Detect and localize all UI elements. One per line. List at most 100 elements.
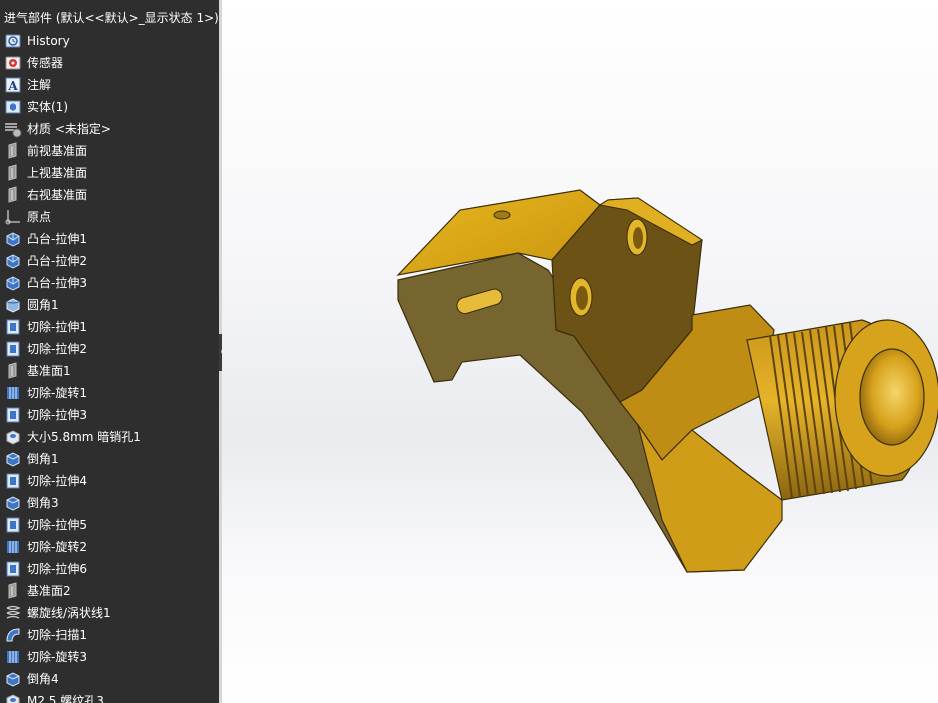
tree-item[interactable]: 凸台-拉伸3 (0, 272, 219, 294)
tree-item-label: 圆角1 (27, 298, 59, 312)
hole-wizard-icon (4, 692, 22, 703)
tree-item[interactable]: 切除-拉伸5 (0, 514, 219, 536)
tree-item-label: 螺旋线/涡状线1 (27, 606, 111, 620)
tree-item-label: 切除-旋转3 (27, 650, 87, 664)
tree-item[interactable]: 切除-旋转3 (0, 646, 219, 668)
tree-item[interactable]: M2.5 螺纹孔3 (0, 690, 219, 703)
history-icon (4, 32, 22, 50)
tree-item[interactable]: 上视基准面 (0, 162, 219, 184)
tree-item-label: 切除-扫描1 (27, 628, 87, 642)
tree-item[interactable]: 切除-旋转2 (0, 536, 219, 558)
tree-item[interactable]: 实体(1) (0, 96, 219, 118)
tree-item-label: 切除-旋转1 (27, 386, 87, 400)
tree-item[interactable]: 切除-拉伸3 (0, 404, 219, 426)
cut-extrude-icon (4, 318, 22, 336)
tree-item-label: 传感器 (27, 56, 64, 70)
tree-item-label: 实体(1) (27, 100, 68, 114)
tree-item[interactable]: 材质 <未指定> (0, 118, 219, 140)
tree-item[interactable]: 圆角1 (0, 294, 219, 316)
tree-item-label: History (27, 34, 70, 48)
tree-item[interactable]: 切除-拉伸2 (0, 338, 219, 360)
graphics-area[interactable] (222, 0, 938, 703)
tree-item[interactable]: 倒角1 (0, 448, 219, 470)
boss-extrude-icon (4, 252, 22, 270)
tree-item[interactable]: 切除-旋转1 (0, 382, 219, 404)
hole-wizard-icon (4, 428, 22, 446)
tree-item-label: 切除-拉伸4 (27, 474, 87, 488)
part-name-title[interactable]: 进气部件 (默认<<默认>_显示状态 1>) (4, 10, 219, 26)
sensor-icon (4, 54, 22, 72)
tree-item[interactable]: History (0, 30, 219, 52)
plane-icon (4, 362, 22, 380)
tree-item-label: 切除-拉伸6 (27, 562, 87, 576)
origin-icon (4, 208, 22, 226)
tree-item-label: 切除-拉伸1 (27, 320, 87, 334)
plane-icon (4, 186, 22, 204)
tree-item-label: 基准面1 (27, 364, 71, 378)
boss-extrude-icon (4, 230, 22, 248)
cut-extrude-icon (4, 406, 22, 424)
annotation-icon: A (4, 76, 22, 94)
cut-extrude-icon (4, 340, 22, 358)
material-icon (4, 120, 22, 138)
chamfer-icon (4, 450, 22, 468)
tree-item[interactable]: 前视基准面 (0, 140, 219, 162)
pin-hole-inner (633, 227, 643, 249)
cut-revolve-icon (4, 648, 22, 666)
tree-item-label: 右视基准面 (27, 188, 88, 202)
tree-item-label: 切除-拉伸2 (27, 342, 87, 356)
svg-text:A: A (7, 79, 18, 93)
tree-item[interactable]: 切除-扫描1 (0, 624, 219, 646)
tree-item-label: 大小5.8mm 暗销孔1 (27, 430, 141, 444)
tree-item[interactable]: 倒角4 (0, 668, 219, 690)
tree-item-label: 倒角1 (27, 452, 59, 466)
fillet-icon (4, 296, 22, 314)
boss-extrude-icon (4, 274, 22, 292)
tree-item-label: M2.5 螺纹孔3 (27, 694, 104, 703)
tree-item[interactable]: A 注解 (0, 74, 219, 96)
tree-item[interactable]: 倒角3 (0, 492, 219, 514)
tree-item-label: 切除-旋转2 (27, 540, 87, 554)
tree-item[interactable]: 螺旋线/涡状线1 (0, 602, 219, 624)
tree-item[interactable]: 切除-拉伸1 (0, 316, 219, 338)
helix-icon (4, 604, 22, 622)
plane-icon (4, 142, 22, 160)
tree-item[interactable]: 右视基准面 (0, 184, 219, 206)
tree-item[interactable]: 切除-拉伸6 (0, 558, 219, 580)
tree-item-label: 前视基准面 (27, 144, 88, 158)
tree-item-label: 基准面2 (27, 584, 71, 598)
tree-item-label: 切除-拉伸5 (27, 518, 87, 532)
tree-item[interactable]: 凸台-拉伸2 (0, 250, 219, 272)
cut-extrude-icon (4, 516, 22, 534)
tree-item[interactable]: 原点 (0, 206, 219, 228)
top-small-hole (493, 210, 511, 220)
tree-item[interactable]: 基准面1 (0, 360, 219, 382)
cut-revolve-icon (4, 538, 22, 556)
tree-item-label: 倒角4 (27, 672, 59, 686)
tree-item-label: 上视基准面 (27, 166, 88, 180)
tree-item-label: 凸台-拉伸1 (27, 232, 87, 246)
cut-extrude-icon (4, 560, 22, 578)
bore-opening (859, 348, 925, 446)
plane-icon (4, 582, 22, 600)
tree-item-label: 原点 (27, 210, 52, 224)
feature-list: History 传感器 A 注解实体(1) 材质 <未指定> 前视基准面上视基准面右视基准… (0, 30, 219, 703)
tree-item-label: 材质 <未指定> (27, 122, 111, 136)
tree-item[interactable]: 大小5.8mm 暗销孔1 (0, 426, 219, 448)
tree-item[interactable]: 传感器 (0, 52, 219, 74)
tree-item-label: 凸台-拉伸2 (27, 254, 87, 268)
tree-item[interactable]: 凸台-拉伸1 (0, 228, 219, 250)
solid-bodies-icon (4, 98, 22, 116)
pin-hole-inner (576, 286, 588, 310)
feature-manager-tree: 进气部件 (默认<<默认>_显示状态 1>) History 传感器 A 注解实体(1… (0, 0, 219, 703)
tree-item[interactable]: 基准面2 (0, 580, 219, 602)
tree-item-label: 注解 (27, 78, 52, 92)
chamfer-icon (4, 670, 22, 688)
chamfer-icon (4, 494, 22, 512)
tree-item[interactable]: 切除-拉伸4 (0, 470, 219, 492)
cut-extrude-icon (4, 472, 22, 490)
cut-sweep-icon (4, 626, 22, 644)
tree-item-label: 倒角3 (27, 496, 59, 510)
cut-revolve-icon (4, 384, 22, 402)
part-model-3d[interactable] (222, 0, 938, 703)
